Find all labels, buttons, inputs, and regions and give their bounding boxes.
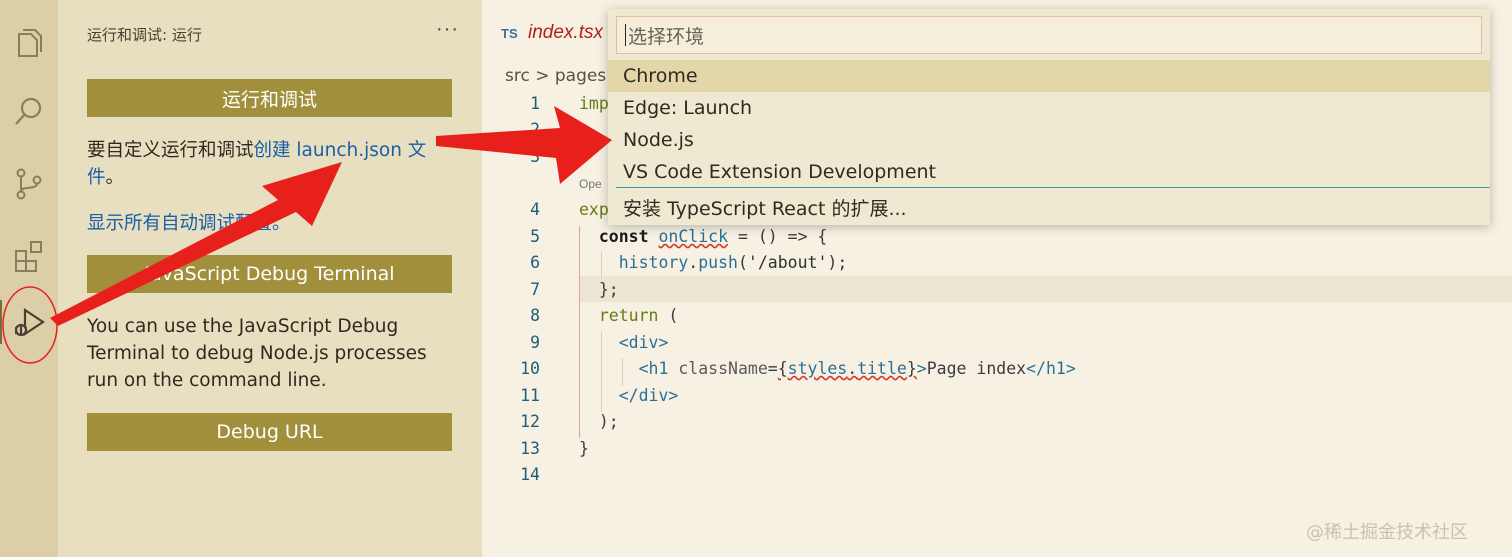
env-option-nodejs[interactable]: Node.js [608,124,1490,156]
separator [616,187,1490,188]
install-extensions-option[interactable]: 安装 TypeScript React 的扩展... [608,191,1490,223]
extensions-icon[interactable] [0,230,58,282]
debug-url-button[interactable]: Debug URL [87,413,452,451]
env-option-vscode-ext[interactable]: VS Code Extension Development [608,156,1490,188]
code-line: history.push('/about'); [618,253,848,272]
line-number: 4 [530,200,540,219]
line-number: 8 [530,306,540,325]
run-debug-icon[interactable] [0,296,58,348]
source-control-icon[interactable] [0,158,58,210]
explorer-icon[interactable] [0,16,58,68]
code-line: exp [579,200,609,219]
text-caret [625,24,626,46]
code-line: return ( [598,306,679,325]
code-line: </div> [618,386,679,405]
show-all-configs-link[interactable]: 显示所有自动调试配置。 [87,213,291,234]
line-number: 3 [530,147,540,166]
code-line: ); [579,412,619,431]
search-icon[interactable] [0,86,58,138]
line-number: 10 [520,359,540,378]
input-placeholder: 选择环境 [628,25,705,48]
sidebar-title: 运行和调试: 运行 [87,26,202,44]
tab-index-tsx[interactable]: TS index.tsx [482,0,622,58]
env-option-chrome[interactable]: Chrome [608,60,1490,92]
more-actions-button[interactable]: ··· [436,18,459,41]
run-debug-sidebar: 运行和调试: 运行 ··· 运行和调试 要自定义运行和调试创建 launch.j… [58,0,482,557]
env-option-edge[interactable]: Edge: Launch [608,92,1490,124]
activity-bar [0,0,58,557]
current-line-highlight [580,276,1512,302]
code-line: <div> [618,333,669,352]
tab-label: index.tsx [528,22,603,43]
watermark: @稀土掘金技术社区 [1306,522,1468,543]
code-lens[interactable]: Ope [579,177,602,191]
select-environment-quick-pick: 选择环境 Chrome Edge: Launch Node.js VS Code… [608,9,1490,225]
code-line: }; [579,280,619,299]
indent-guide [622,358,623,386]
environment-search-input[interactable]: 选择环境 [616,16,1482,54]
line-number: 13 [520,439,540,458]
indent-guide [601,332,602,412]
code-line: imp [579,94,609,113]
show-all-text: 显示所有自动调试配置。 [87,210,447,237]
indent-guide [579,226,580,438]
customize-prefix: 要自定义运行和调试 [87,140,254,161]
customize-suffix: 。 [105,167,125,188]
indent-guide [601,252,602,278]
line-number: 5 [530,227,540,246]
js-debug-terminal-button[interactable]: JavaScript Debug Terminal [87,255,452,293]
code-line: } [579,439,589,458]
breadcrumb[interactable]: src > pages [505,66,606,86]
line-number: 12 [520,412,540,431]
line-number: 7 [530,280,540,299]
code-line: <h1 className={styles.title}>Page index<… [638,359,1076,378]
line-number: 9 [530,333,540,352]
line-number: 6 [530,253,540,272]
line-number: 2 [530,120,540,139]
code-line: const onClick = () => { [598,227,828,246]
line-number: 11 [520,386,540,405]
line-number: 1 [530,94,540,113]
run-and-debug-button[interactable]: 运行和调试 [87,79,452,117]
typescript-icon: TS [501,26,518,41]
js-debug-terminal-description: You can use the JavaScript Debug Termina… [87,316,427,391]
customize-text: 要自定义运行和调试创建 launch.json 文件。 [87,137,447,191]
line-number: 14 [520,465,540,484]
